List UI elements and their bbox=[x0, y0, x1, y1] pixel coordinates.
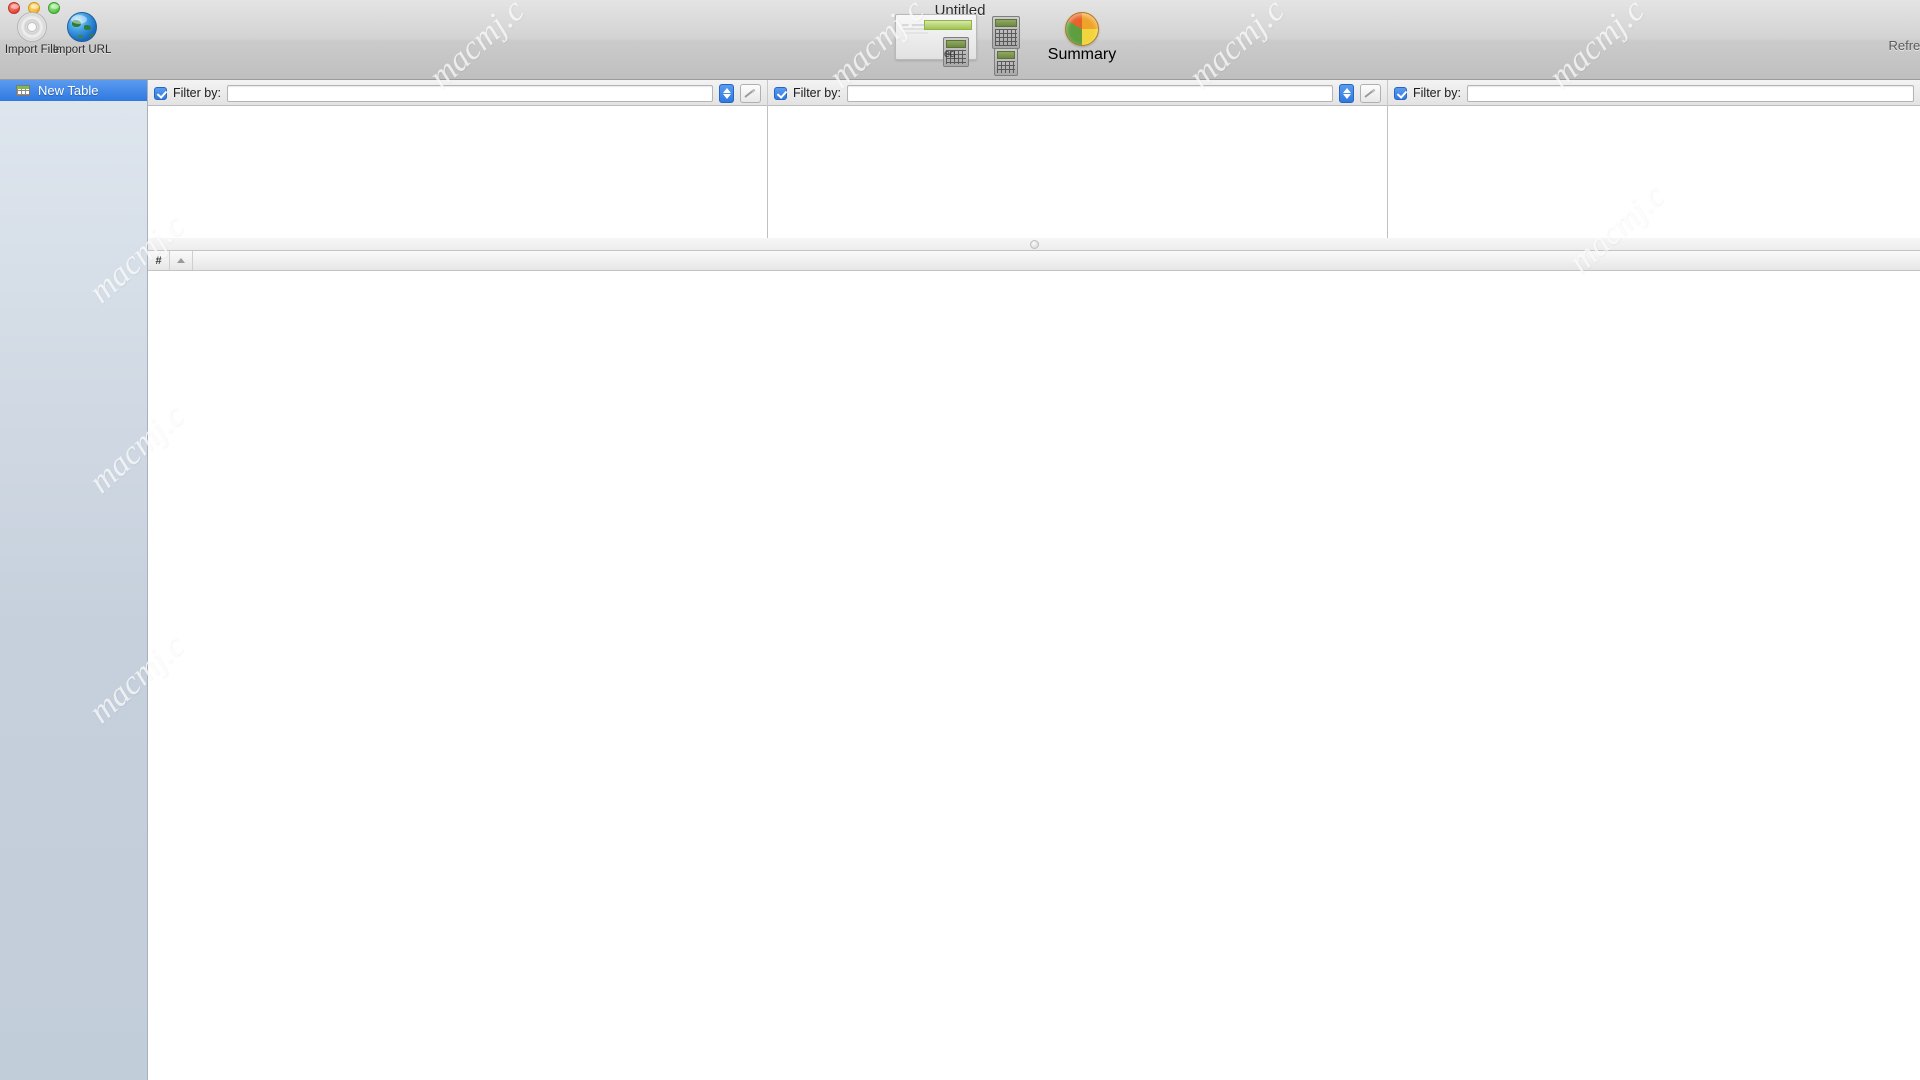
column-header-empty[interactable] bbox=[193, 251, 1920, 270]
filter-wand-icon[interactable] bbox=[740, 83, 761, 103]
sort-ascending-icon bbox=[177, 258, 185, 263]
filter-input[interactable] bbox=[1466, 84, 1914, 102]
summary-label: Summary bbox=[1047, 46, 1117, 63]
column-header-index[interactable]: # bbox=[148, 251, 170, 270]
calculator-card-icon[interactable]: eq bbox=[895, 14, 977, 67]
sidebar-item-new-table[interactable]: New Table bbox=[0, 80, 147, 101]
refresh-button[interactable]: Refresh bbox=[1888, 38, 1920, 53]
card-green-bar bbox=[924, 20, 972, 30]
filter-label: Filter by: bbox=[793, 86, 841, 100]
filter-stepper[interactable] bbox=[1339, 83, 1354, 103]
calculator-icon-tertiary[interactable] bbox=[994, 48, 1018, 76]
import-url-label: Import URL bbox=[52, 44, 112, 56]
filter-input[interactable] bbox=[226, 84, 713, 102]
filter-stepper[interactable] bbox=[719, 83, 734, 103]
calculator-keys bbox=[997, 61, 1015, 73]
disc-icon bbox=[17, 12, 47, 42]
toolbar-center-group: eq Summary bbox=[895, 8, 1145, 76]
panel-right[interactable] bbox=[1388, 106, 1920, 238]
sidebar: New Table bbox=[0, 80, 148, 1080]
calculator-icon-secondary[interactable] bbox=[992, 16, 1020, 49]
filter-group-2: Filter by: bbox=[1388, 80, 1920, 106]
filter-label: Filter by: bbox=[173, 86, 221, 100]
filter-label: Filter by: bbox=[1413, 86, 1461, 100]
horizontal-splitter[interactable] bbox=[148, 238, 1920, 251]
summary-button[interactable]: Summary bbox=[1047, 12, 1117, 64]
filter-enable-checkbox[interactable] bbox=[154, 86, 167, 100]
import-url-button[interactable]: Import URL bbox=[50, 12, 114, 56]
calculator-keys bbox=[995, 29, 1017, 46]
window-titlebar: Untitled Import File Import URL eq Summa… bbox=[0, 0, 1920, 80]
filter-group-1: Filter by: bbox=[768, 80, 1388, 106]
filter-enable-checkbox[interactable] bbox=[1394, 86, 1407, 100]
calculator-screen bbox=[997, 51, 1015, 59]
table-icon bbox=[16, 85, 30, 96]
table-body[interactable] bbox=[148, 271, 1920, 1080]
eq-label: eq bbox=[944, 48, 956, 60]
calculator-screen bbox=[995, 19, 1017, 27]
filter-group-0: Filter by: bbox=[148, 80, 768, 106]
filter-enable-checkbox[interactable] bbox=[774, 86, 787, 100]
column-panels bbox=[148, 106, 1920, 238]
table-header-row: # bbox=[148, 251, 1920, 271]
globe-icon bbox=[67, 12, 97, 42]
calculator-screen bbox=[946, 40, 966, 48]
splitter-handle[interactable] bbox=[1029, 239, 1039, 249]
filter-wand-icon[interactable] bbox=[1360, 83, 1381, 103]
panel-middle[interactable] bbox=[768, 106, 1388, 238]
application-window: Untitled Import File Import URL eq Summa… bbox=[0, 0, 1920, 1080]
panel-left[interactable] bbox=[148, 106, 768, 238]
results-table: # bbox=[148, 251, 1920, 1080]
pie-chart-icon bbox=[1065, 12, 1099, 46]
column-header-sort[interactable] bbox=[170, 251, 193, 270]
filter-toolbar: Filter by: Filter by: Filter by: bbox=[148, 80, 1920, 106]
filter-input[interactable] bbox=[846, 84, 1333, 102]
sidebar-item-label: New Table bbox=[38, 83, 99, 98]
